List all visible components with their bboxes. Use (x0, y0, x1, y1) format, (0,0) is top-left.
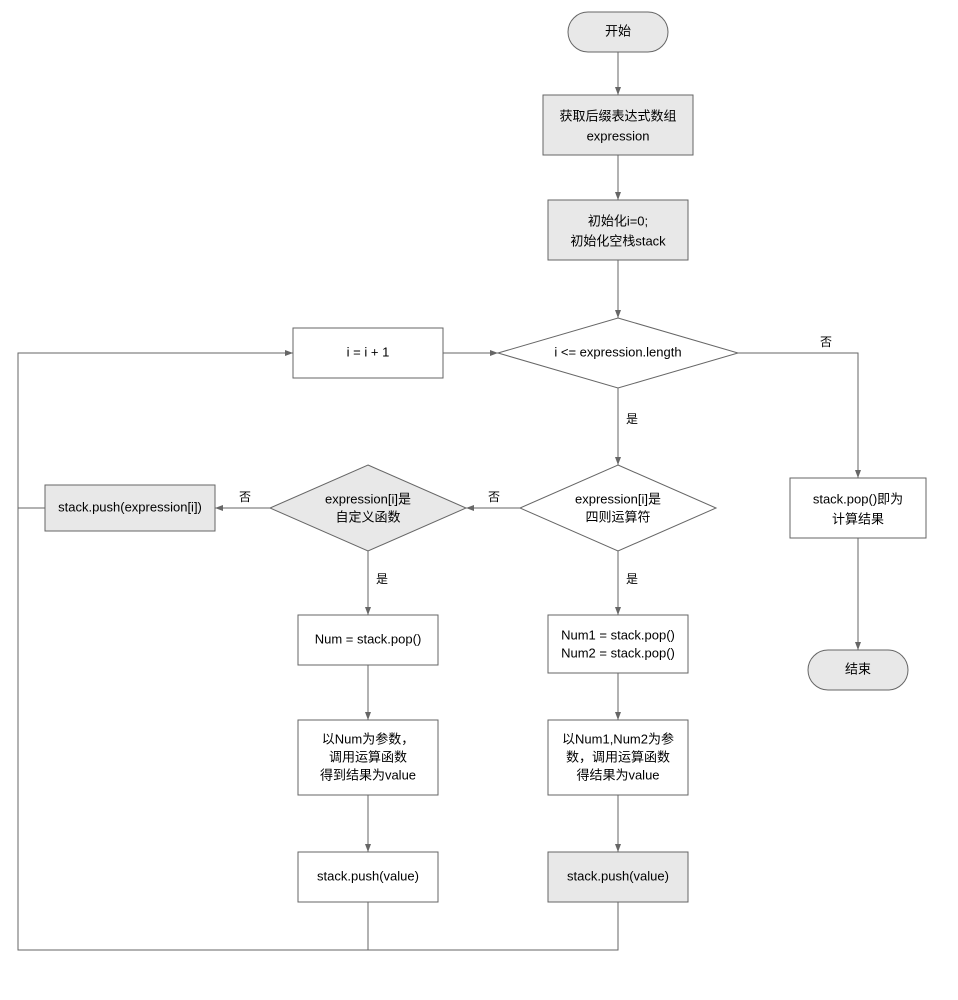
num12-pop-node (548, 615, 688, 673)
cond-arith-line2: 四则运算符 (585, 509, 650, 524)
num12-call-line1: 以Num1,Num2为参 (562, 731, 674, 746)
num-call-line2: 调用运算函数 (329, 749, 407, 764)
end-label: 结束 (845, 661, 871, 676)
init-line2: 初始化空栈stack (570, 233, 666, 248)
edge-label-no: 否 (488, 490, 500, 504)
num12-pop-line1: Num1 = stack.pop() (561, 627, 675, 642)
push-expr-label: stack.push(expression[i]) (58, 499, 202, 514)
num-push-label: stack.push(value) (317, 868, 419, 883)
init-node (548, 200, 688, 260)
cond-arith-line1: expression[i]是 (575, 491, 661, 506)
edge-label-yes: 是 (626, 572, 638, 586)
get-expr-line2: expression (587, 128, 650, 143)
increment-label: i = i + 1 (347, 344, 390, 359)
num-pop-label: Num = stack.pop() (315, 631, 422, 646)
num12-pop-line2: Num2 = stack.pop() (561, 645, 675, 660)
result-line2: 计算结果 (832, 511, 884, 526)
cond-func-line2: 自定义函数 (335, 509, 400, 524)
edge-label-yes: 是 (376, 572, 388, 586)
num12-push-label: stack.push(value) (567, 868, 669, 883)
edge (738, 353, 858, 478)
init-line1: 初始化i=0; (588, 213, 648, 228)
cond-len-label: i <= expression.length (554, 344, 681, 359)
cond-func-line1: expression[i]是 (325, 491, 411, 506)
flowchart-diagram: 开始 获取后缀表达式数组 expression 初始化i=0; 初始化空栈sta… (0, 0, 958, 1000)
edge-label-no: 否 (820, 335, 832, 349)
cond-arith-node (520, 465, 716, 551)
num-call-line3: 得到结果为value (320, 767, 416, 782)
start-label: 开始 (605, 23, 631, 38)
num12-call-line3: 得结果为value (576, 767, 659, 782)
num-call-line1: 以Num为参数， (322, 731, 414, 746)
edge-label-yes: 是 (626, 412, 638, 426)
get-expr-node (543, 95, 693, 155)
cond-func-node (270, 465, 466, 551)
result-line1: stack.pop()即为 (813, 491, 903, 506)
edge-label-no: 否 (239, 490, 251, 504)
result-node (790, 478, 926, 538)
get-expr-line1: 获取后缀表达式数组 (559, 108, 676, 123)
num12-call-line2: 数，调用运算函数 (566, 749, 670, 764)
